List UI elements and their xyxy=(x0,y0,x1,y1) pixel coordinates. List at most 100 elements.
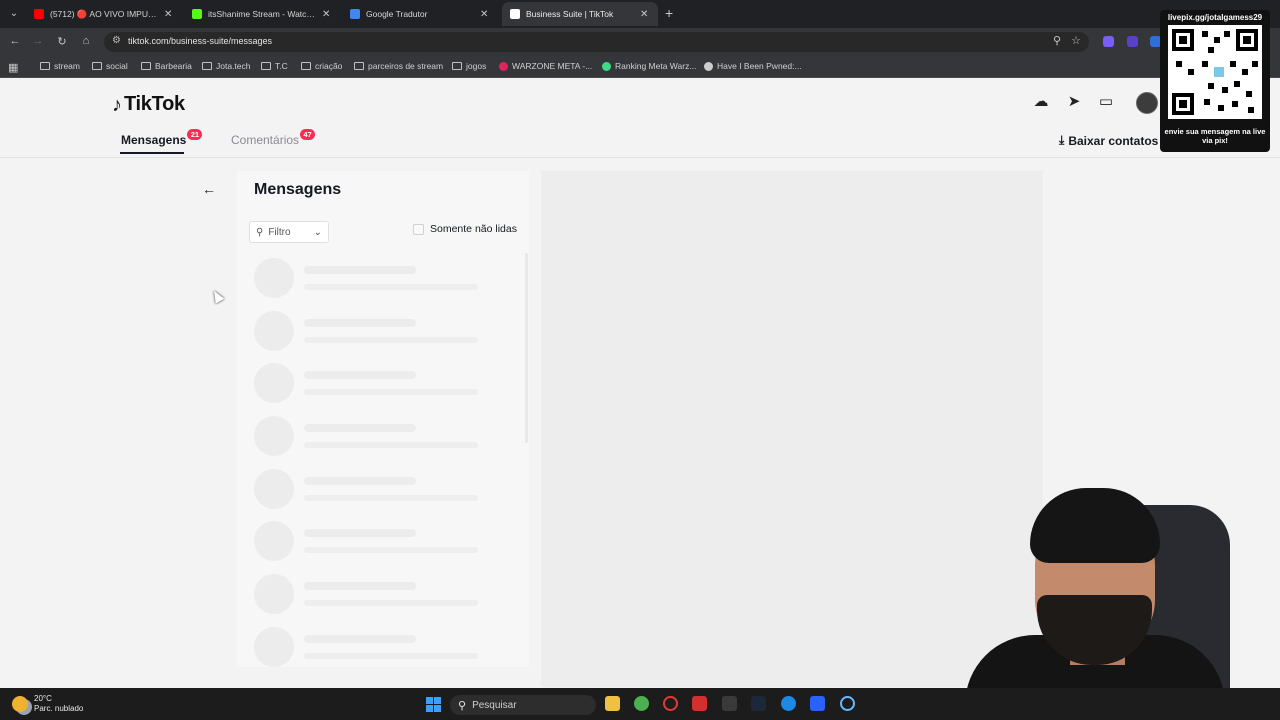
send-icon[interactable]: ➤ xyxy=(1064,92,1084,112)
back-arrow-icon[interactable]: ← xyxy=(202,181,216,197)
inbox-icon[interactable]: ▭ xyxy=(1096,92,1116,112)
extension-icon[interactable] xyxy=(1127,36,1138,47)
unread-only-label: Somente não lidas xyxy=(430,223,517,235)
upload-cloud-icon[interactable]: ☁ xyxy=(1031,92,1051,112)
tab-messages[interactable]: Mensagens 21 xyxy=(121,129,203,147)
download-contacts-button[interactable]: ⤓ Baixar contatos xyxy=(1059,133,1158,148)
close-icon[interactable]: ✕ xyxy=(640,9,650,20)
new-tab-icon[interactable]: + xyxy=(665,5,673,21)
steam-icon[interactable] xyxy=(751,696,766,711)
warzone-icon xyxy=(499,61,508,71)
tab-comments[interactable]: Comentários 47 xyxy=(231,129,316,147)
bookmark-label: Jota.tech xyxy=(216,61,251,71)
back-icon[interactable]: ← xyxy=(8,35,22,47)
download-icon: ⤓ xyxy=(1059,133,1065,147)
close-icon[interactable]: ✕ xyxy=(480,9,490,20)
bookmark-site[interactable]: Ranking Meta Warz... xyxy=(602,61,696,71)
browser-tab-tiktok[interactable]: Business Suite | TikTok ✕ xyxy=(502,2,658,26)
apps-grid-icon[interactable]: ▦ xyxy=(8,61,18,74)
close-icon[interactable]: ✕ xyxy=(322,9,332,20)
download-label: Baixar contatos xyxy=(1068,133,1159,148)
app-icon[interactable] xyxy=(840,696,855,711)
browser-tab-google-translate[interactable]: Google Tradutor ✕ xyxy=(342,2,498,26)
zoom-icon[interactable]: ⚲ xyxy=(1053,34,1061,47)
filter-icon: ⚲ xyxy=(256,226,264,238)
bookmark-folder[interactable]: stream xyxy=(40,61,80,71)
address-bar[interactable]: ⚙ tiktok.com/business-suite/messages ⚲ ☆ xyxy=(104,32,1089,52)
folder-icon xyxy=(261,62,271,70)
bookmark-folder[interactable]: T.C xyxy=(261,61,288,71)
folder-icon xyxy=(301,62,311,70)
bookmark-label: WARZONE META -... xyxy=(512,61,593,71)
unread-only-checkbox[interactable]: Somente não lidas xyxy=(413,223,517,235)
file-explorer-icon[interactable] xyxy=(605,696,620,711)
close-icon[interactable]: ✕ xyxy=(164,9,174,20)
site-info-icon[interactable]: ⚙ xyxy=(112,35,121,46)
bookmark-site[interactable]: WARZONE META -... xyxy=(499,61,592,71)
search-placeholder: Pesquisar xyxy=(472,699,517,711)
bookmark-site[interactable]: Have I Been Pwned:... xyxy=(704,61,802,71)
bookmark-folder[interactable]: social xyxy=(92,61,128,71)
home-icon[interactable]: ⌂ xyxy=(79,35,93,47)
tab-search-icon[interactable]: ⌄ xyxy=(6,6,22,22)
app-icon[interactable] xyxy=(810,696,825,711)
temperature: 20°C xyxy=(34,694,52,703)
avatar[interactable] xyxy=(1136,92,1158,114)
tab-title: (5712) 🔴 AO VIVO IMPULSION xyxy=(50,8,158,19)
ranking-icon xyxy=(602,61,611,71)
tab-title: itsShanime Stream - Watch Live xyxy=(208,9,316,19)
active-tab-indicator xyxy=(120,152,184,154)
bookmarks-bar: ▦ stream social Barbearia Jota.tech T.C … xyxy=(0,56,1280,78)
windows-start-icon[interactable] xyxy=(426,697,441,712)
flash-app-icon[interactable] xyxy=(692,696,707,711)
windows-taskbar: 20°C Parc. nublado ⚲ Pesquisar xyxy=(0,688,1280,720)
tiktok-logo[interactable]: ♪ TikTok xyxy=(112,93,185,116)
unread-count-badge: 47 xyxy=(300,129,316,140)
loading-skeleton-row xyxy=(254,416,494,458)
bookmark-label: social xyxy=(106,61,128,71)
bookmark-folder[interactable]: Jota.tech xyxy=(202,61,251,71)
livepix-qr-overlay: livepix.gg/jotalgamess29 envie sua mensa… xyxy=(1160,10,1270,152)
app-icon[interactable] xyxy=(781,696,796,711)
folder-icon xyxy=(40,62,50,70)
qr-url-text: livepix.gg/jotalgamess29 xyxy=(1167,13,1263,22)
bookmark-folder[interactable]: criação xyxy=(301,61,342,71)
opera-icon[interactable] xyxy=(663,696,678,711)
reload-icon[interactable]: ↻ xyxy=(55,35,69,48)
tab-title: Google Tradutor xyxy=(366,9,428,19)
loading-skeleton-row xyxy=(254,363,494,405)
bookmark-folder[interactable]: Barbearia xyxy=(141,61,192,71)
tab-label: Comentários xyxy=(231,133,300,147)
scrollbar[interactable] xyxy=(525,253,528,443)
weather-widget[interactable]: 20°C Parc. nublado xyxy=(12,694,83,714)
qr-caption: envie sua mensagem na live via pix! xyxy=(1164,127,1266,145)
browser-tab-kick[interactable]: itsShanime Stream - Watch Live ✕ xyxy=(184,2,340,26)
bookmark-folder[interactable]: jogos xyxy=(452,61,486,71)
tab-title: Business Suite | TikTok xyxy=(526,9,614,19)
hibp-icon xyxy=(704,61,713,71)
filter-dropdown[interactable]: ⚲ Filtro ⌄ xyxy=(249,221,329,243)
logitech-icon[interactable] xyxy=(722,696,737,711)
bookmark-folder[interactable]: parceiros de stream xyxy=(354,61,443,71)
folder-icon xyxy=(202,62,212,70)
checkbox[interactable] xyxy=(413,223,424,235)
logo-text: TikTok xyxy=(124,93,185,115)
bookmark-label: Barbearia xyxy=(155,61,192,71)
google-translate-icon xyxy=(350,9,360,19)
bookmark-label: parceiros de stream xyxy=(368,61,444,71)
bookmark-star-icon[interactable]: ☆ xyxy=(1071,34,1081,47)
bookmark-label: criação xyxy=(315,61,343,71)
browser-tab-youtube[interactable]: (5712) 🔴 AO VIVO IMPULSION ✕ xyxy=(26,2,182,26)
bookmark-label: Ranking Meta Warz... xyxy=(615,61,697,71)
qr-code xyxy=(1168,25,1262,119)
webcam-overlay xyxy=(955,485,1280,720)
loading-skeleton-row xyxy=(254,627,494,669)
extension-icon[interactable] xyxy=(1103,36,1114,47)
chrome-icon[interactable] xyxy=(634,696,649,711)
forward-icon[interactable]: → xyxy=(31,35,45,47)
taskbar-search[interactable]: ⚲ Pesquisar xyxy=(450,695,596,715)
weather-condition: Parc. nublado xyxy=(34,704,84,713)
folder-icon xyxy=(354,62,364,70)
bookmark-label: jogos xyxy=(466,61,487,71)
divider xyxy=(0,157,1280,158)
